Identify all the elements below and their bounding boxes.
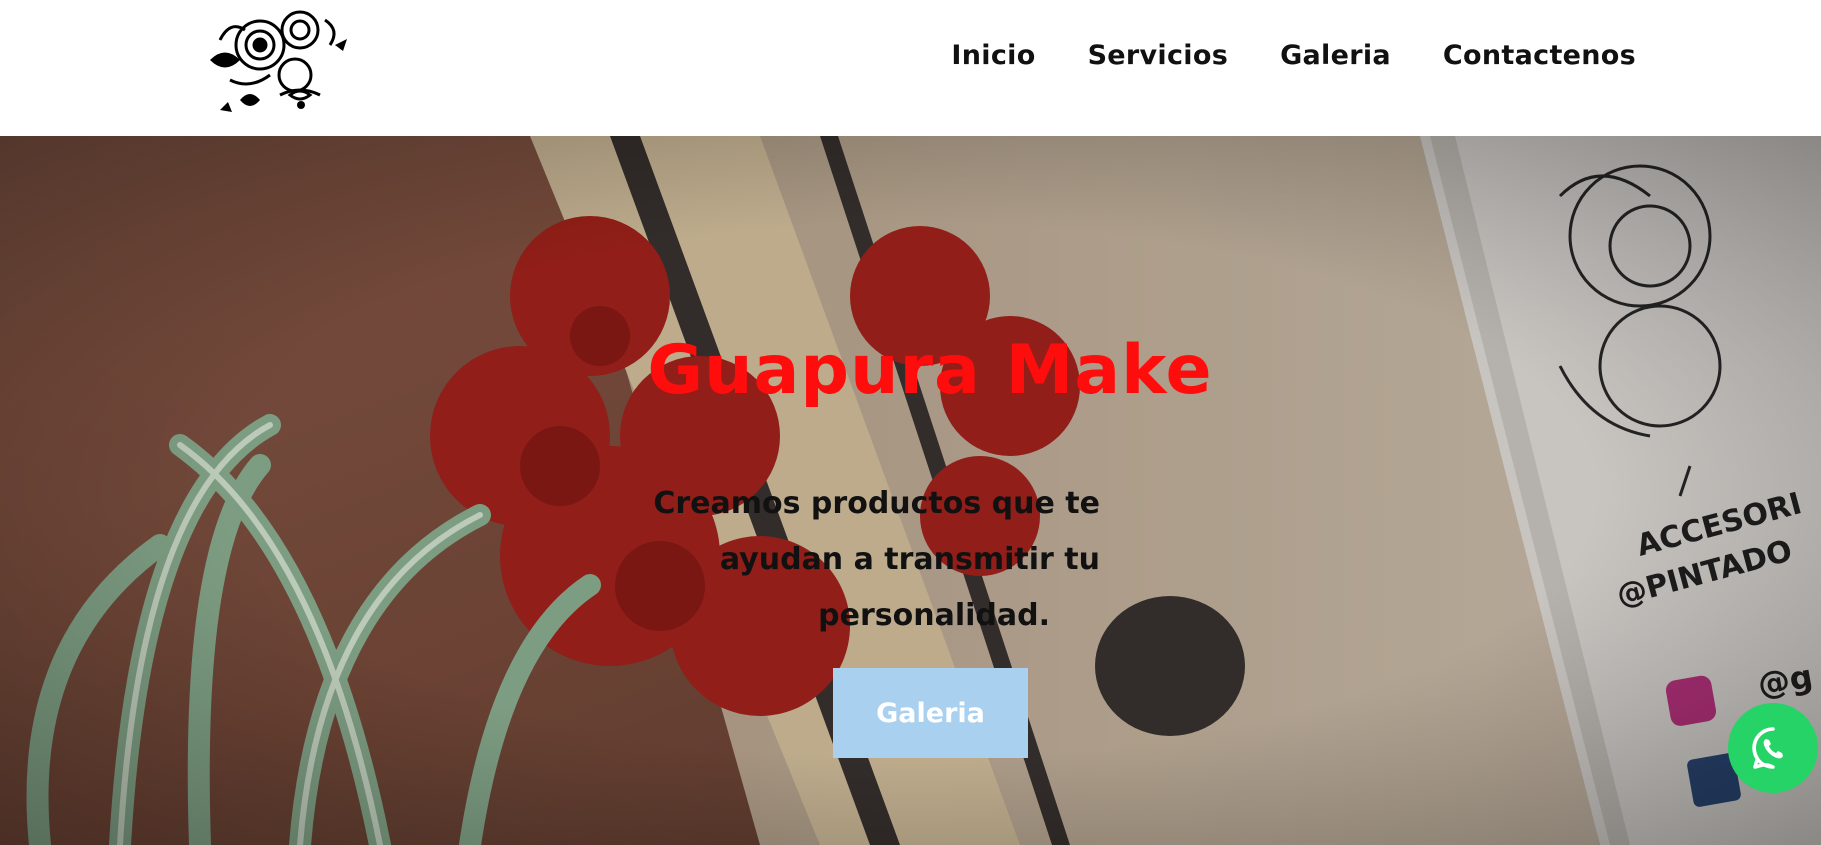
site-header: Inicio Servicios Galeria Contactenos [0,0,1821,136]
hero-subtitle-line-3: personalidad. [818,598,1050,633]
whatsapp-button[interactable] [1728,703,1818,793]
hero-subtitle-line-1: Creamos productos que te [653,486,1100,521]
hero-section: ACCESORI @PINTADO @g [0,136,1821,845]
main-nav: Inicio Servicios Galeria Contactenos [951,40,1636,71]
hero-title: Guapura Make [647,331,1213,410]
hero-subtitle: Creamos productos que te ayudan a transm… [630,476,1100,644]
nav-contactenos[interactable]: Contactenos [1443,40,1636,71]
page: Inicio Servicios Galeria Contactenos Gua… [0,0,1821,845]
hero-subtitle-line-2: ayudan a transmitir tu [719,542,1100,577]
floral-logo-icon[interactable] [200,0,350,130]
whatsapp-icon [1752,727,1783,769]
nav-galeria[interactable]: Galeria [1280,40,1391,71]
nav-servicios[interactable]: Servicios [1088,40,1229,71]
nav-inicio[interactable]: Inicio [951,40,1035,71]
hero-galeria-button[interactable]: Galeria [833,668,1028,758]
